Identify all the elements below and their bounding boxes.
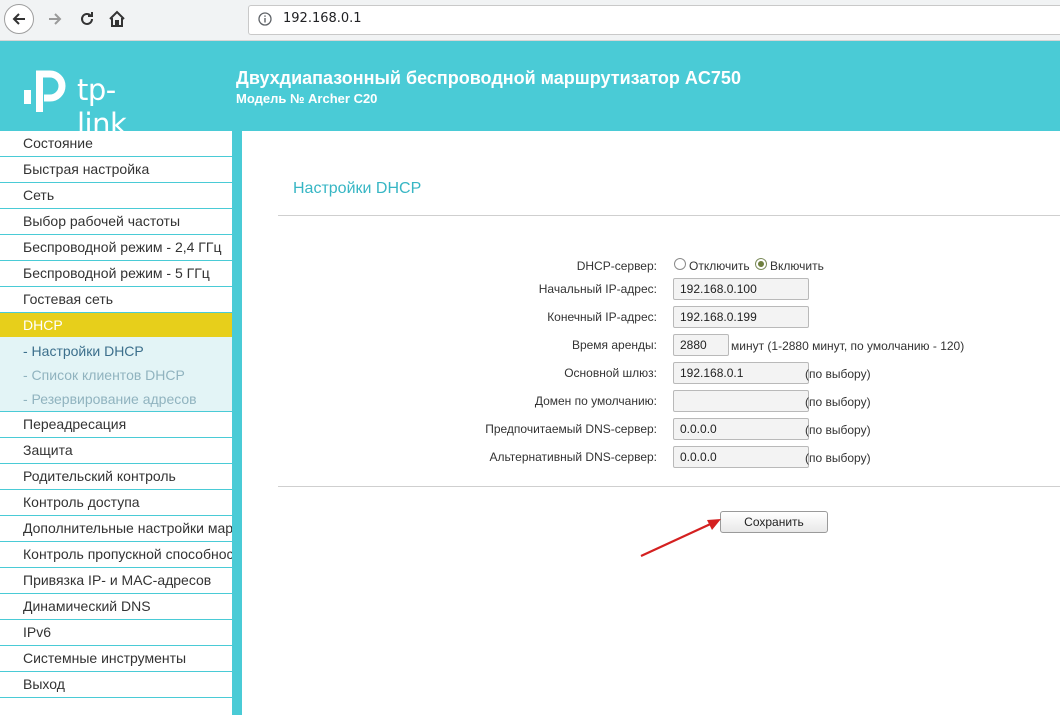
dhcp-server-row: DHCP-сервер: Отключить Включить [242, 255, 1060, 279]
sidebar-item-ip-mac-binding[interactable]: Привязка IP- и MAC-адресов [0, 568, 232, 594]
dhcp-off-radio[interactable] [674, 258, 686, 270]
address-bar[interactable]: 192.168.0.1 [248, 5, 1060, 35]
dns1-row: Предпочитаемый DNS-сервер: 0.0.0.0 (по в… [242, 418, 1060, 442]
sidebar-item-ddns[interactable]: Динамический DNS [0, 594, 232, 620]
page-title: Настройки DHCP [293, 180, 422, 197]
browser-toolbar: 192.168.0.1 [0, 0, 1060, 41]
lease-time-field[interactable]: 2880 [673, 334, 729, 356]
dhcp-on-label: Включить [770, 259, 824, 273]
submenu-item-dhcp-clients[interactable]: - Список клиентов DHCP [0, 363, 232, 387]
dns1-label: Предпочитаемый DNS-сервер: [485, 422, 657, 436]
tp-link-logo: tp-link [22, 68, 162, 141]
info-icon[interactable] [258, 12, 272, 26]
device-model: Модель № Archer C20 [236, 91, 378, 106]
sidebar-item-network[interactable]: Сеть [0, 183, 232, 209]
lease-row: Время аренды: 2880 минут (1-2880 минут, … [242, 334, 1060, 358]
dns2-hint: (по выбору) [805, 451, 871, 465]
router-header: tp-link Двухдиапазонный беспроводной мар… [0, 41, 1060, 141]
lease-hint: минут (1-2880 минут, по умолчанию - 120) [731, 339, 965, 353]
forward-icon[interactable] [40, 4, 70, 34]
sidebar-menu: Состояние Быстрая настройка Сеть Выбор р… [0, 131, 232, 715]
sidebar-item-ipv6[interactable]: IPv6 [0, 620, 232, 646]
sidebar-item-access-control[interactable]: Контроль доступа [0, 490, 232, 516]
start-ip-field[interactable]: 192.168.0.100 [673, 278, 809, 300]
sidebar-item-wireless-24[interactable]: Беспроводной режим - 2,4 ГГц [0, 235, 232, 261]
device-title: Двухдиапазонный беспроводной маршрутизат… [236, 68, 741, 88]
domain-row: Домен по умолчанию: (по выбору) [242, 390, 1060, 414]
gateway-row: Основной шлюз: 192.168.0.1 (по выбору) [242, 362, 1060, 386]
domain-hint: (по выбору) [805, 395, 871, 409]
submenu-item-dhcp-settings[interactable]: - Настройки DHCP [0, 339, 232, 363]
sidebar-item-logout[interactable]: Выход [0, 672, 232, 698]
gateway-hint: (по выбору) [805, 367, 871, 381]
lease-label: Время аренды: [571, 338, 657, 352]
dhcp-on-radio[interactable] [755, 258, 767, 270]
url-text: 192.168.0.1 [283, 11, 362, 26]
secondary-dns-field[interactable]: 0.0.0.0 [673, 446, 809, 468]
sidebar-item-band[interactable]: Выбор рабочей частоты [0, 209, 232, 235]
sidebar-item-wireless-5[interactable]: Беспроводной режим - 5 ГГц [0, 261, 232, 287]
sidebar-item-parental[interactable]: Родительский контроль [0, 464, 232, 490]
back-icon[interactable] [4, 4, 34, 34]
reload-icon[interactable] [72, 4, 102, 34]
main-content: Настройки DHCP DHCP-сервер: Отключить Вк… [242, 131, 1060, 715]
sidebar-item-guest[interactable]: Гостевая сеть [0, 287, 232, 313]
sidebar-item-system-tools[interactable]: Системные инструменты [0, 646, 232, 672]
gateway-label: Основной шлюз: [564, 366, 657, 380]
sidebar-divider [232, 131, 242, 715]
dhcp-server-label: DHCP-сервер: [576, 259, 657, 273]
home-icon[interactable] [102, 4, 132, 34]
red-arrow-annotation [640, 519, 721, 557]
domain-label: Домен по умолчанию: [534, 394, 657, 408]
primary-dns-field[interactable]: 0.0.0.0 [673, 418, 809, 440]
sidebar-item-security[interactable]: Защита [0, 438, 232, 464]
submenu-item-address-reservation[interactable]: - Резервирование адресов [0, 387, 232, 411]
start-ip-row: Начальный IP-адрес: 192.168.0.100 [242, 278, 1060, 302]
domain-field[interactable] [673, 390, 809, 412]
dns2-row: Альтернативный DNS-сервер: 0.0.0.0 (по в… [242, 446, 1060, 470]
start-ip-label: Начальный IP-адрес: [538, 282, 657, 296]
dhcp-submenu: - Настройки DHCP - Список клиентов DHCP … [0, 337, 232, 412]
sidebar-item-quick-setup[interactable]: Быстрая настройка [0, 157, 232, 183]
end-ip-row: Конечный IP-адрес: 192.168.0.199 [242, 306, 1060, 330]
sidebar-item-status[interactable]: Состояние [0, 131, 232, 157]
dns2-label: Альтернативный DNS-сервер: [489, 450, 657, 464]
sidebar-item-bandwidth[interactable]: Контроль пропускной способности [0, 542, 232, 568]
end-ip-field[interactable]: 192.168.0.199 [673, 306, 809, 328]
dns1-hint: (по выбору) [805, 423, 871, 437]
sidebar-item-forwarding[interactable]: Переадресация [0, 412, 232, 438]
divider [278, 215, 1060, 216]
tp-link-logo-icon [24, 70, 66, 112]
gateway-field[interactable]: 192.168.0.1 [673, 362, 809, 384]
sidebar-item-advanced-routing[interactable]: Дополнительные настройки маршрутизации [0, 516, 232, 542]
divider [278, 486, 1060, 487]
sidebar-item-dhcp[interactable]: DHCP [0, 313, 232, 337]
dhcp-off-label: Отключить [689, 259, 750, 273]
end-ip-label: Конечный IP-адрес: [547, 310, 657, 324]
